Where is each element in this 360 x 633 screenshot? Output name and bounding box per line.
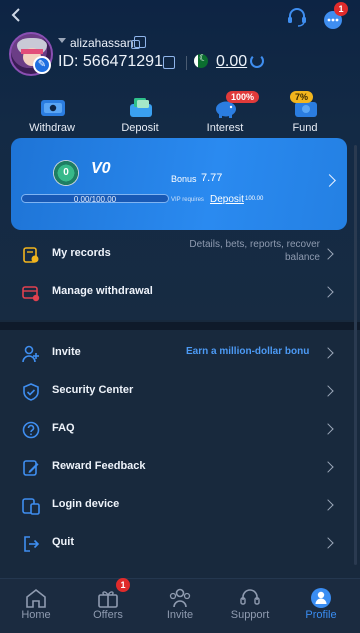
chevron-right-icon — [322, 499, 334, 511]
dropdown-triangle-icon — [58, 38, 66, 43]
question-circle-icon — [22, 421, 40, 439]
chevron-left-icon[interactable] — [8, 6, 26, 24]
manage-withdrawal-icon — [22, 284, 40, 302]
faq-row[interactable]: FAQ — [0, 411, 360, 449]
user-id: ID: 566471291 — [58, 53, 163, 70]
my-records-row[interactable]: My records Details, bets, reports, recov… — [0, 236, 360, 274]
chevron-right-icon — [322, 385, 334, 397]
invite-promo-text: Earn a million-dollar bonu — [186, 346, 310, 357]
devices-icon — [22, 497, 40, 515]
interest-label: Interest — [206, 122, 244, 134]
manage-withdrawal-label: Manage withdrawal — [52, 285, 153, 297]
gift-icon — [96, 587, 120, 609]
wallet-balance[interactable]: 0.00 — [216, 53, 247, 71]
tab-support-label: Support — [230, 609, 270, 621]
home-icon — [24, 587, 48, 609]
faq-label: FAQ — [52, 422, 75, 434]
fund-label: Fund — [292, 122, 318, 134]
withdraw-icon — [40, 96, 66, 118]
tab-home[interactable]: Home — [0, 579, 72, 633]
reward-feedback-row[interactable]: Reward Feedback — [0, 449, 360, 487]
refresh-icon[interactable] — [250, 54, 264, 68]
invite-row[interactable]: Invite Earn a million-dollar bonu — [0, 335, 360, 373]
shield-check-icon — [22, 383, 40, 401]
security-center-label: Security Center — [52, 384, 134, 396]
offers-badge: 1 — [116, 578, 130, 592]
chevron-right-icon — [322, 286, 334, 298]
tab-profile[interactable]: Profile — [285, 579, 357, 633]
vip-deposit-link[interactable]: Deposit — [210, 194, 244, 205]
chevron-right-icon — [322, 537, 334, 549]
manage-withdrawal-row[interactable]: Manage withdrawal — [0, 274, 360, 312]
scrollbar[interactable] — [354, 145, 357, 565]
vip-progress-text: 0.00/100.00 — [73, 195, 117, 204]
chevron-right-icon — [323, 174, 336, 187]
withdraw-label: Withdraw — [29, 122, 75, 134]
profile-icon — [309, 587, 333, 609]
vip-card[interactable]: 0 V0 0.00/100.00 Bonus 7.77 VIP requires… — [11, 138, 347, 230]
username: alizahassan — [70, 36, 134, 50]
vip-level: V0 — [91, 160, 111, 177]
tab-invite[interactable]: Invite — [144, 579, 216, 633]
fund-rate-pill: 7% — [290, 91, 314, 103]
quick-actions: Withdraw Deposit 100% Interest 7% Fund — [0, 91, 360, 136]
my-records-label: My records — [52, 247, 111, 259]
pakistan-flag-icon — [194, 54, 208, 68]
vip-requires-label: VIP requires — [171, 197, 204, 203]
chevron-right-icon — [322, 248, 334, 260]
login-device-row[interactable]: Login device — [0, 487, 360, 525]
bottom-tab-bar: Home 1 Offers Invite Support Profile — [0, 578, 360, 633]
deposit-icon — [128, 96, 154, 118]
chevron-right-icon — [322, 347, 334, 359]
invite-user-icon — [22, 345, 40, 363]
edit-avatar-icon[interactable]: ✎ — [33, 56, 51, 74]
vip-deposit-amount: 100.00 — [245, 196, 264, 202]
chevron-right-icon — [322, 423, 334, 435]
my-records-description: Details, bets, reports, recover balance — [189, 239, 320, 263]
section-divider — [0, 322, 360, 330]
copy-username-icon[interactable] — [131, 36, 146, 49]
login-device-label: Login device — [52, 498, 120, 510]
divider — [186, 56, 187, 70]
support-headset-icon — [238, 587, 262, 609]
copy-id-icon[interactable] — [163, 56, 175, 69]
logout-icon — [22, 535, 40, 553]
messages-badge: 1 — [334, 2, 348, 16]
tab-home-label: Home — [21, 609, 51, 621]
messages-icon[interactable]: 1 — [322, 2, 348, 30]
tab-profile-label: Profile — [305, 609, 337, 621]
security-center-row[interactable]: Security Center — [0, 373, 360, 411]
records-icon — [22, 246, 40, 264]
vip-level-badge: 0 — [53, 160, 79, 186]
invite-label: Invite — [52, 346, 81, 358]
interest-rate-pill: 100% — [226, 91, 260, 103]
tab-invite-label: Invite — [166, 609, 194, 621]
bonus-label: Bonus — [171, 174, 197, 184]
quit-label: Quit — [52, 536, 74, 548]
quit-row[interactable]: Quit — [0, 525, 360, 563]
edit-note-icon — [22, 459, 40, 477]
reward-feedback-label: Reward Feedback — [52, 460, 146, 472]
headset-icon[interactable] — [286, 7, 308, 27]
deposit-label: Deposit — [121, 122, 159, 134]
tab-offers[interactable]: 1 Offers — [72, 578, 144, 633]
chevron-right-icon — [322, 461, 334, 473]
team-icon — [168, 587, 192, 609]
tab-support[interactable]: Support — [214, 579, 286, 633]
bonus-value: 7.77 — [201, 172, 223, 184]
top-bar: 1 — [0, 0, 360, 32]
tab-offers-label: Offers — [93, 609, 123, 621]
